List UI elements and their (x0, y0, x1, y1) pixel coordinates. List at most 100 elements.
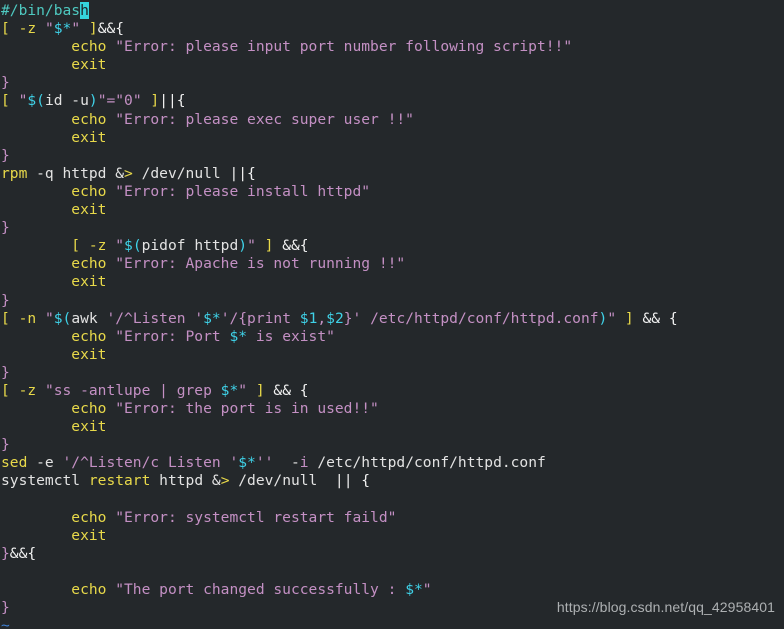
code-line[interactable]: exit (1, 418, 678, 436)
code-line[interactable]: exit (1, 129, 678, 147)
code-token: $2 (326, 309, 344, 327)
code-line[interactable]: } (1, 436, 678, 454)
code-token: "The port changed successfully : (115, 581, 406, 598)
code-line[interactable]: } (1, 364, 678, 382)
code-token: $* (405, 581, 423, 598)
code-token: /etc/httpd/conf/httpd.conf (308, 454, 546, 472)
vim-code-area[interactable]: #/bin/bash[ -z "$*" ]&&{ echo "Error: pl… (0, 0, 678, 629)
code-line[interactable]: echo "Error: systemctl restart faild" (1, 509, 678, 527)
code-line[interactable]: [ -z "$(pidof httpd)" ] &&{ (1, 237, 678, 255)
code-line[interactable]: echo "Error: please input port number fo… (1, 38, 678, 56)
code-line[interactable]: exit (1, 201, 678, 219)
code-token: ||{ (229, 164, 256, 182)
code-token: " (238, 381, 248, 399)
code-token: &&{ (273, 237, 309, 255)
code-line[interactable]: [ -z "$*" ]&&{ (1, 20, 678, 38)
code-token: } (1, 291, 10, 309)
code-line[interactable] (1, 491, 678, 509)
code-line[interactable]: }&&{ (1, 545, 678, 563)
code-line[interactable]: echo "Error: the port is in used!!" (1, 400, 678, 418)
code-token: $* (203, 309, 221, 327)
code-line[interactable]: rpm -q httpd &> /dev/null ||{ (1, 165, 678, 183)
code-token: "Error: systemctl restart faild" (115, 508, 397, 526)
code-line[interactable]: systemctl restart httpd &> /dev/null || … (1, 472, 678, 490)
code-line[interactable]: echo "Error: please exec super user !!" (1, 111, 678, 129)
code-line[interactable]: } (1, 147, 678, 165)
code-token: ] (255, 237, 274, 255)
code-token: systemctl (1, 472, 89, 490)
code-token: [ -z (1, 20, 45, 38)
code-token: [ -z (71, 237, 116, 255)
code-line[interactable]: } (1, 219, 678, 237)
code-token: is exist" (247, 327, 335, 345)
code-token: } (1, 544, 10, 562)
code-line[interactable]: exit (1, 346, 678, 364)
code-token: -q httpd & (27, 164, 125, 182)
code-token: i (299, 454, 309, 472)
code-token: ] (616, 309, 634, 327)
code-line[interactable] (1, 563, 678, 581)
code-token: > (124, 164, 133, 182)
code-token: echo (71, 327, 116, 345)
code-token: [ -n (1, 309, 45, 327)
code-token: "Error: please input port number followi… (115, 38, 573, 56)
code-token: "="0" (97, 92, 142, 110)
code-line[interactable]: #/bin/bash (1, 2, 678, 20)
code-token: ~ (1, 617, 10, 629)
code-token: } (1, 74, 10, 92)
code-token: /etc/httpd/conf/httpd.conf (361, 309, 599, 327)
code-token: $* (220, 381, 239, 399)
code-token: && { (264, 381, 309, 399)
code-token: rpm (1, 164, 28, 182)
code-token: echo (71, 255, 116, 273)
code-token: echo (71, 38, 116, 56)
code-line[interactable]: echo "Error: Apache is not running !!" (1, 255, 678, 273)
code-line[interactable]: exit (1, 527, 678, 545)
code-line[interactable]: exit (1, 273, 678, 291)
code-line[interactable]: [ -n "$(awk '/^Listen '$*'/{print $1,$2}… (1, 310, 678, 328)
code-line[interactable]: } (1, 292, 678, 310)
code-line[interactable]: } (1, 74, 678, 92)
code-token: '/^Listen/c Listen ' (62, 454, 239, 472)
code-line[interactable]: echo "Error: please install httpd" (1, 183, 678, 201)
code-token: " (422, 581, 432, 598)
code-token: $1 (299, 309, 318, 327)
code-line[interactable]: echo "The port changed successfully : $*… (1, 581, 678, 599)
code-line[interactable]: ~ (1, 617, 678, 629)
code-token: h (80, 2, 89, 19)
code-line[interactable]: [ -z "ss -antlupe | grep $*" ] && { (1, 382, 678, 400)
code-token: , (317, 309, 327, 327)
code-token: } (1, 219, 10, 237)
code-token: "Error: Apache is not running !!" (115, 255, 406, 273)
code-token: " (71, 20, 81, 38)
code-line[interactable]: echo "Error: Port $* is exist" (1, 328, 678, 346)
code-token: }' (343, 309, 362, 327)
code-token: exit (71, 526, 107, 544)
code-token: $( (124, 237, 142, 255)
code-line[interactable]: exit (1, 56, 678, 74)
code-token: '/^Listen ' (106, 309, 204, 327)
code-line[interactable]: [ "$(id -u)"="0" ]||{ (1, 92, 678, 110)
code-token: echo (71, 400, 116, 418)
code-token: echo (71, 110, 116, 128)
code-token: exit (71, 201, 107, 219)
code-token: ] (80, 20, 98, 38)
code-token: id -u (44, 92, 89, 110)
code-token: awk (71, 309, 107, 327)
code-token: pidof httpd (141, 237, 239, 255)
code-token: ] (247, 381, 265, 399)
code-token: " (247, 237, 256, 255)
code-token: -e (27, 454, 63, 472)
code-token: "Error: please exec super user !!" (115, 110, 414, 128)
code-line[interactable]: sed -e '/^Listen/c Listen '$*'' -i /etc/… (1, 454, 678, 472)
